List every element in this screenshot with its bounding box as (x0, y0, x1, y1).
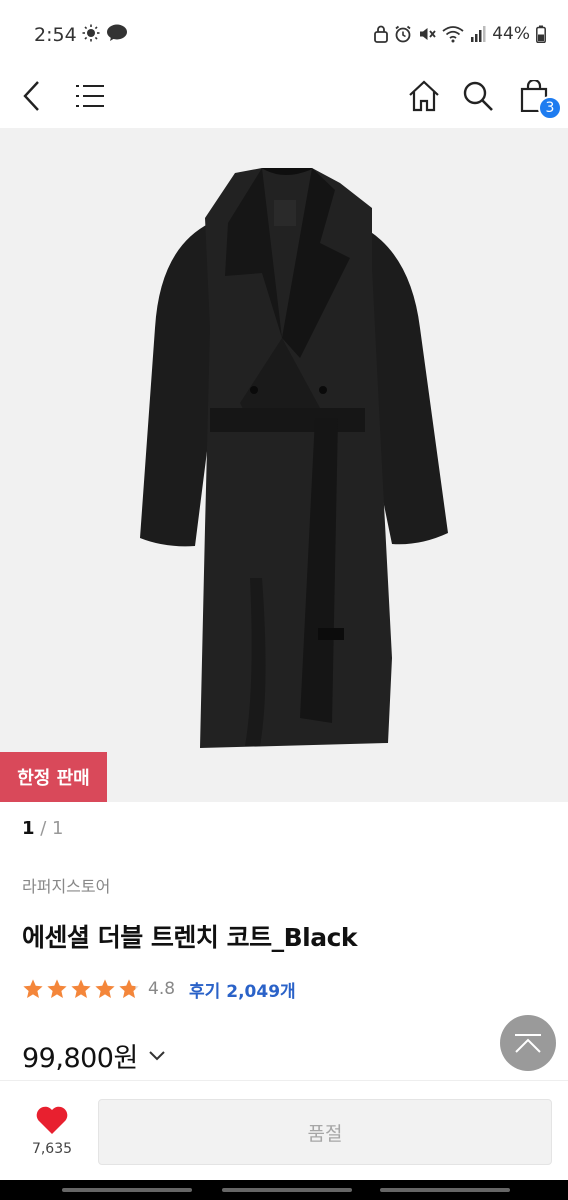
signal-icon (471, 26, 486, 42)
battery-percent: 44% (492, 24, 530, 44)
star-icon (47, 979, 67, 998)
bottom-action-bar: 7,635 품절 (0, 1080, 568, 1180)
product-image[interactable] (0, 128, 568, 802)
product-title: 에센셜 더블 트렌치 코트_Black (22, 923, 358, 952)
star-icon (71, 979, 91, 998)
battery-icon (536, 25, 546, 43)
sun-icon (82, 24, 100, 42)
home-button[interactable] (404, 76, 444, 116)
gesture-segment (222, 1188, 352, 1192)
rating-row: 4.8 후기 2,049개 (22, 975, 296, 1003)
search-button[interactable] (458, 76, 498, 116)
gesture-segment (62, 1188, 192, 1192)
limited-sale-badge: 한정 판매 (0, 752, 107, 802)
wifi-icon (442, 26, 464, 43)
status-time: 2:54 (34, 24, 77, 46)
arrow-up-icon (515, 1034, 541, 1053)
home-icon (409, 80, 439, 112)
status-system-icons: 44% (374, 24, 546, 44)
image-pager: 1 / 1 (22, 818, 64, 839)
brand-name[interactable]: 라퍼지스토어 (22, 873, 110, 897)
status-notification-icons (82, 24, 128, 42)
navigation-gesture-bar (0, 1180, 568, 1200)
rating-stars (22, 978, 140, 1000)
pager-separator: / (34, 818, 53, 839)
star-icon (23, 979, 43, 998)
top-nav: 3 (0, 64, 568, 128)
chevron-left-icon (23, 81, 39, 111)
rating-value: 4.8 (148, 979, 176, 999)
menu-button[interactable] (70, 76, 110, 116)
search-icon (463, 81, 493, 111)
star-icon (95, 979, 115, 998)
price: 99,800원 (22, 1043, 138, 1074)
menu-icon (76, 85, 104, 107)
coat-image (140, 168, 448, 748)
cart-button[interactable]: 3 (514, 76, 562, 120)
soldout-button[interactable]: 품절 (98, 1099, 552, 1165)
status-bar: 2:54 44% (0, 0, 568, 64)
talk-icon (107, 24, 127, 41)
star-half-icon (119, 979, 139, 998)
like-count: 7,635 (31, 1141, 73, 1157)
lock-icon (374, 25, 389, 43)
review-count-link[interactable]: 후기 2,049개 (189, 977, 296, 1002)
price-dropdown[interactable]: 99,800원 (22, 1036, 166, 1075)
cart-count-badge: 3 (538, 96, 562, 120)
pager-current: 1 (22, 818, 35, 839)
back-button[interactable] (12, 76, 52, 116)
scroll-to-top-button[interactable] (500, 1015, 556, 1071)
gesture-segment (380, 1188, 510, 1192)
alarm-icon (395, 25, 411, 43)
mute-icon (420, 28, 436, 40)
pager-total: 1 (52, 818, 64, 839)
like-button[interactable]: 7,635 (24, 1105, 80, 1157)
heart-icon (36, 1106, 68, 1134)
chevron-down-icon (149, 1050, 165, 1060)
